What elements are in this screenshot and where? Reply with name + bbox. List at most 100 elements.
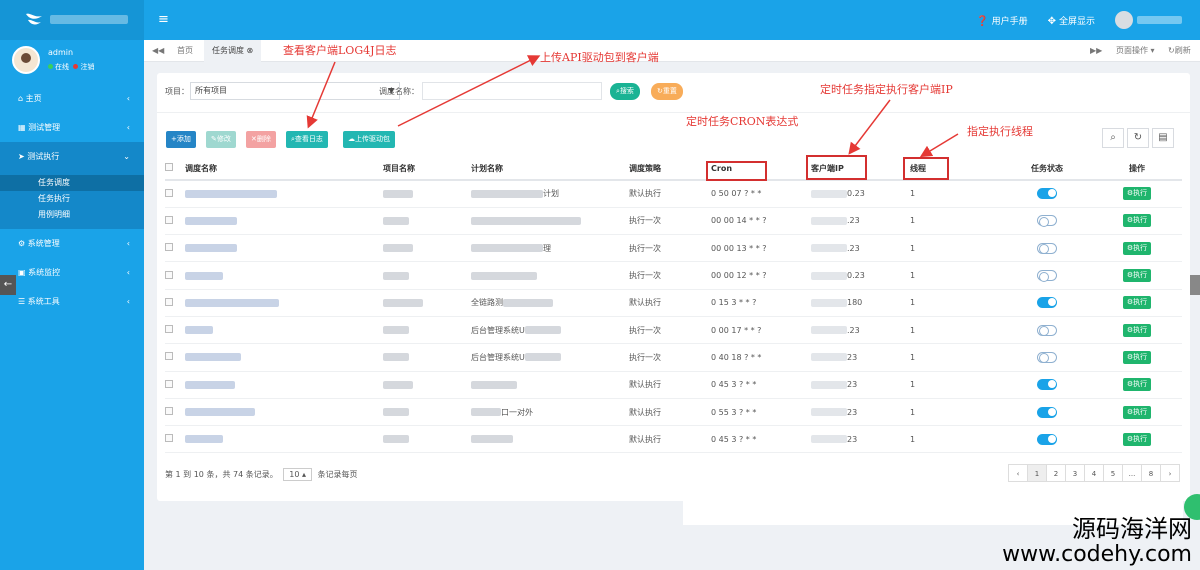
- execute-button[interactable]: ⚙执行: [1122, 187, 1152, 201]
- select-all-checkbox[interactable]: [165, 157, 185, 181]
- table-row[interactable]: 后台管理系统U 执行一次 0 00 17 * * ? .23 1 ⚙执行: [165, 316, 1182, 345]
- status-toggle[interactable]: [1037, 406, 1057, 418]
- table-columns-icon[interactable]: ▤: [1152, 128, 1174, 148]
- close-icon[interactable]: ⊗: [247, 46, 254, 55]
- add-button[interactable]: +添加: [166, 131, 196, 148]
- table-row[interactable]: 执行一次 00 00 14 * * ? .23 1 ⚙执行: [165, 207, 1182, 236]
- page-link[interactable]: ...: [1122, 464, 1142, 482]
- page-link[interactable]: 1: [1027, 464, 1047, 482]
- execute-button[interactable]: ⚙执行: [1122, 378, 1152, 392]
- thread-cell: 1: [906, 343, 1002, 372]
- search-button[interactable]: ⌕搜索: [610, 83, 640, 100]
- tabs-scroll-left-icon[interactable]: ◀◀: [152, 40, 164, 62]
- execute-button[interactable]: ⚙执行: [1122, 296, 1152, 310]
- avatar[interactable]: [12, 46, 40, 74]
- row-checkbox[interactable]: [165, 425, 185, 454]
- status-toggle[interactable]: [1037, 242, 1057, 255]
- sidebar-item-system-management[interactable]: ⚙ 系统管理 ‹: [0, 229, 144, 258]
- sidebar-item-test-management[interactable]: ▦ 测试管理 ‹: [0, 113, 144, 142]
- status-toggle[interactable]: [1037, 215, 1057, 227]
- row-checkbox[interactable]: [165, 371, 185, 399]
- execute-button[interactable]: ⚙执行: [1122, 269, 1152, 283]
- col-schedule-name[interactable]: 调度名称: [185, 157, 383, 181]
- page-ops-dropdown[interactable]: 页面操作 ▾: [1116, 40, 1155, 62]
- redacted-text: [185, 326, 213, 335]
- row-checkbox[interactable]: [165, 261, 185, 290]
- table-row[interactable]: 默认执行 0 45 3 ? * * 23 1 ⚙执行: [165, 425, 1182, 454]
- row-checkbox[interactable]: [165, 316, 185, 345]
- status-toggle[interactable]: [1037, 297, 1057, 309]
- execute-button[interactable]: ⚙执行: [1122, 323, 1152, 337]
- page-link[interactable]: 3: [1065, 464, 1085, 482]
- execute-button[interactable]: ⚙执行: [1122, 214, 1152, 228]
- plan-name-cell: 口一对外: [471, 398, 629, 427]
- arrow-left-icon[interactable]: ←: [0, 275, 16, 295]
- status-toggle[interactable]: [1037, 324, 1057, 337]
- execute-button[interactable]: ⚙执行: [1122, 432, 1152, 446]
- sidebar-subitem-task-schedule[interactable]: 任务调度: [0, 175, 144, 191]
- table-row[interactable]: 执行一次 00 00 12 * * ? 0.23 1 ⚙执行: [165, 261, 1182, 290]
- strategy-cell: 默认执行: [629, 180, 707, 208]
- tabs-scroll-right-icon[interactable]: ▶▶: [1090, 40, 1102, 62]
- refresh-button[interactable]: ↻刷新: [1168, 40, 1191, 62]
- page-link[interactable]: ›: [1160, 464, 1180, 482]
- menu-toggle-icon[interactable]: ≡: [158, 12, 169, 27]
- status-toggle[interactable]: [1037, 270, 1057, 282]
- tab-task-schedule[interactable]: 任务调度 ⊗: [204, 40, 262, 62]
- page-link[interactable]: 8: [1141, 464, 1161, 482]
- table-row[interactable]: 全链路测 默认执行 0 15 3 * * ? 180 1 ⚙执行: [165, 289, 1182, 317]
- status-toggle[interactable]: [1037, 379, 1057, 391]
- col-project-name[interactable]: 项目名称: [383, 157, 471, 181]
- row-checkbox[interactable]: [165, 289, 185, 317]
- page-size-select[interactable]: 10 ▴: [283, 468, 313, 481]
- top-user-menu[interactable]: [1115, 11, 1182, 29]
- execute-button[interactable]: ⚙执行: [1122, 241, 1152, 255]
- col-plan-name[interactable]: 计划名称: [471, 157, 629, 181]
- reset-button[interactable]: ↻重置: [651, 83, 683, 100]
- table-row[interactable]: 理 执行一次 00 00 13 * * ? .23 1 ⚙执行: [165, 234, 1182, 263]
- row-checkbox[interactable]: [165, 180, 185, 208]
- sidebar-item-home[interactable]: ⌂ 主页 ‹: [0, 84, 144, 113]
- project-select[interactable]: 所有项目 ▼: [190, 82, 400, 100]
- sidebar-item-test-execution[interactable]: ➤ 测试执行 ⌄: [0, 142, 144, 171]
- col-strategy[interactable]: 调度策略: [629, 157, 707, 181]
- fullscreen-button[interactable]: ✥ 全屏显示: [1048, 14, 1095, 27]
- bars-icon: ☰: [18, 297, 28, 306]
- logout-link[interactable]: 注销: [80, 63, 94, 71]
- page-link[interactable]: 4: [1084, 464, 1104, 482]
- status-toggle[interactable]: [1037, 433, 1057, 445]
- schedule-name-input[interactable]: [422, 82, 602, 100]
- table-row[interactable]: 后台管理系统U 执行一次 0 40 18 ? * * 23 1 ⚙执行: [165, 343, 1182, 372]
- sidebar-item-system-monitor[interactable]: ▣ 系统监控 ‹: [0, 258, 144, 287]
- row-checkbox[interactable]: [165, 207, 185, 236]
- row-checkbox[interactable]: [165, 398, 185, 427]
- delete-button[interactable]: ✕删除: [246, 131, 276, 148]
- table-row[interactable]: 默认执行 0 45 3 ? * * 23 1 ⚙执行: [165, 371, 1182, 399]
- row-checkbox[interactable]: [165, 343, 185, 372]
- page-link[interactable]: 2: [1046, 464, 1066, 482]
- thread-cell: 1: [906, 234, 1002, 263]
- user-manual-link[interactable]: ❓ 用户手册: [976, 14, 1027, 27]
- edit-button[interactable]: ✎修改: [206, 131, 236, 148]
- table-row[interactable]: 计划 默认执行 0 50 07 ? * * 0.23 1 ⚙执行: [165, 180, 1182, 208]
- app-logo[interactable]: [0, 0, 144, 40]
- view-log-button[interactable]: ⌕查看日志: [286, 131, 328, 148]
- execute-button[interactable]: ⚙执行: [1122, 405, 1152, 419]
- page-link[interactable]: 5: [1103, 464, 1123, 482]
- sidebar-item-system-tools[interactable]: ☰ 系统工具 ‹: [0, 287, 144, 316]
- tab-home[interactable]: 首页: [177, 40, 193, 62]
- col-task-status[interactable]: 任务状态: [1002, 157, 1092, 181]
- execute-button[interactable]: ⚙执行: [1122, 350, 1152, 364]
- status-toggle[interactable]: [1037, 351, 1057, 364]
- table-row[interactable]: 口一对外 默认执行 0 55 3 ? * * 23 1 ⚙执行: [165, 398, 1182, 427]
- page-link[interactable]: ‹: [1008, 464, 1028, 482]
- table-search-icon[interactable]: ⌕: [1102, 128, 1124, 148]
- upload-driver-button[interactable]: ☁上传驱动包: [343, 131, 395, 148]
- status-toggle[interactable]: [1037, 188, 1057, 200]
- table-refresh-icon[interactable]: ↻: [1127, 128, 1149, 148]
- ip-highlight-box: [806, 155, 867, 180]
- row-checkbox[interactable]: [165, 234, 185, 263]
- plan-name-text: 后台管理系统U: [471, 325, 525, 335]
- sidebar-subitem-case-detail[interactable]: 用例明细: [0, 207, 144, 223]
- sidebar-subitem-task-execution[interactable]: 任务执行: [0, 191, 144, 207]
